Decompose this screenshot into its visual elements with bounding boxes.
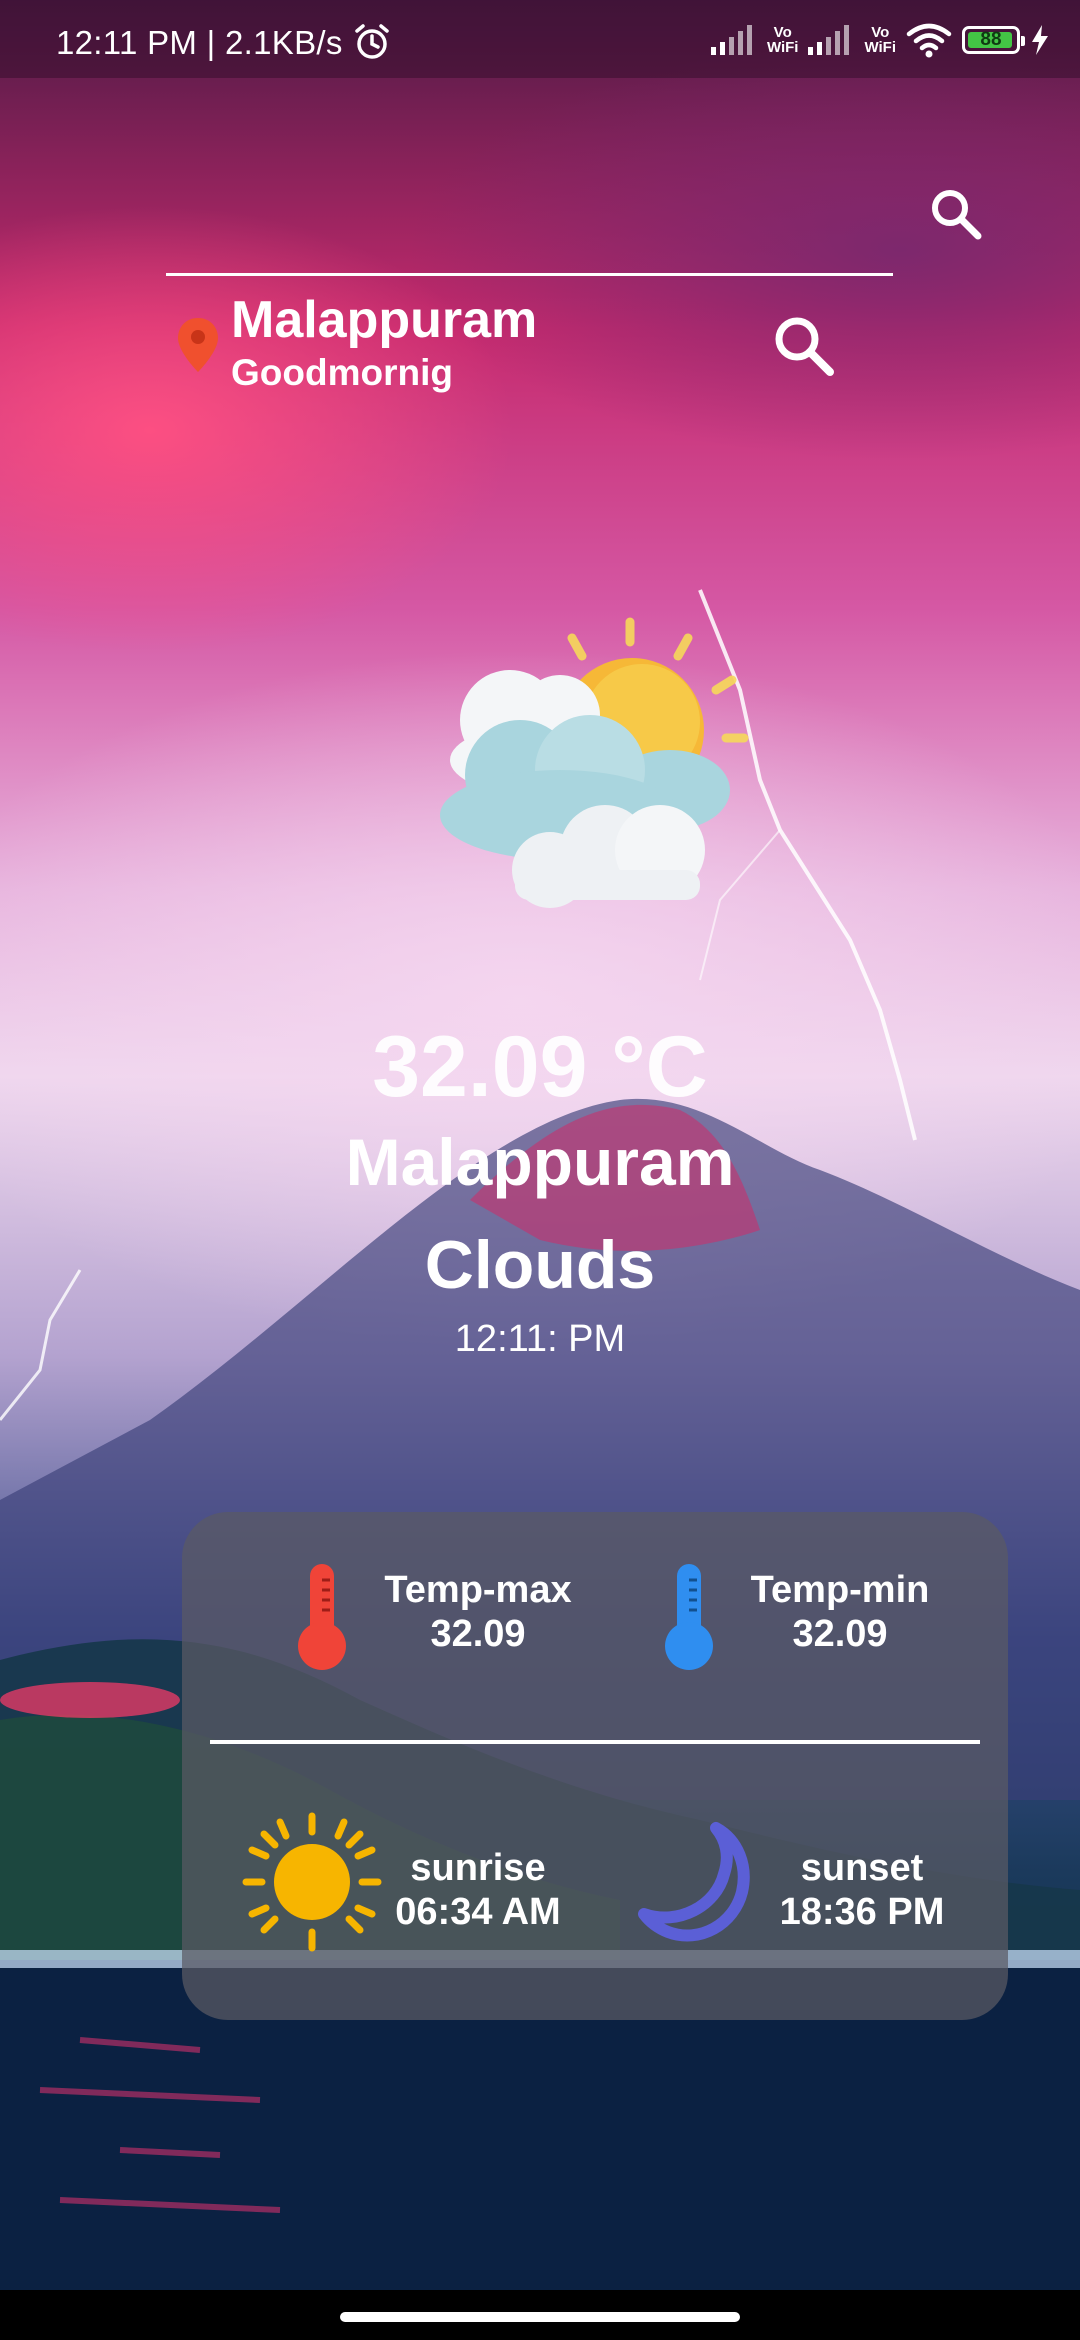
temp-min-block: Temp-min 32.09 bbox=[730, 1568, 950, 1656]
vowifi-indicator: Vo WiFi bbox=[766, 24, 799, 56]
weather-condition: Clouds bbox=[424, 1227, 656, 1303]
sunset-block: sunset 18:36 PM bbox=[752, 1846, 972, 1934]
sunrise-value: 06:34 AM bbox=[395, 1891, 561, 1933]
signal-strength-icon bbox=[710, 25, 752, 55]
status-bar: 12:11 PM | 2.1KB/s Vo WiFi Vo WiFi 88 bbox=[0, 0, 1080, 78]
sunset-label: sunset bbox=[800, 1847, 924, 1889]
sun-icon bbox=[242, 1812, 382, 1952]
search-underline bbox=[166, 273, 893, 276]
thermometer-hot-icon bbox=[298, 1564, 346, 1670]
current-time: 12:11: PM bbox=[454, 1318, 626, 1360]
battery-icon: 88 bbox=[962, 26, 1025, 54]
temp-max-value: 32.09 bbox=[430, 1613, 526, 1655]
location-city: Malappuram bbox=[231, 291, 538, 349]
alarm-clock-icon bbox=[355, 24, 389, 59]
wifi-icon bbox=[906, 23, 952, 58]
sunrise-label: sunrise bbox=[410, 1847, 546, 1889]
status-time: 12:11 PM | 2.1KB/s bbox=[56, 24, 343, 61]
home-gesture-handle[interactable] bbox=[340, 2312, 740, 2322]
location-pin-icon bbox=[178, 318, 218, 372]
temp-min-label: Temp-min bbox=[750, 1569, 930, 1611]
sunset-value: 18:36 PM bbox=[779, 1891, 945, 1933]
weather-details-card: Temp-max 32.09 Temp-min 32.09 sunrise 06… bbox=[182, 1512, 1008, 2020]
search-city-icon[interactable] bbox=[768, 310, 840, 382]
signal-strength-icon-2 bbox=[808, 25, 850, 55]
battery-level: 88 bbox=[980, 29, 1002, 50]
temp-min-value: 32.09 bbox=[792, 1613, 888, 1655]
charging-bolt-icon bbox=[1032, 25, 1048, 55]
weather-city: Malappuram bbox=[345, 1125, 735, 1199]
greeting-text: Goodmornig bbox=[231, 352, 453, 393]
details-divider bbox=[210, 1740, 980, 1744]
sunrise-block: sunrise 06:34 AM bbox=[368, 1846, 588, 1934]
vowifi-indicator-2: Vo WiFi bbox=[864, 24, 896, 56]
temp-max-block: Temp-max 32.09 bbox=[368, 1568, 588, 1656]
thermometer-cold-icon bbox=[665, 1564, 713, 1670]
current-temperature: 32.09 °C bbox=[372, 1019, 708, 1115]
temp-max-label: Temp-max bbox=[384, 1569, 572, 1611]
partly-cloudy-icon bbox=[440, 617, 749, 908]
search-icon[interactable] bbox=[926, 184, 986, 244]
